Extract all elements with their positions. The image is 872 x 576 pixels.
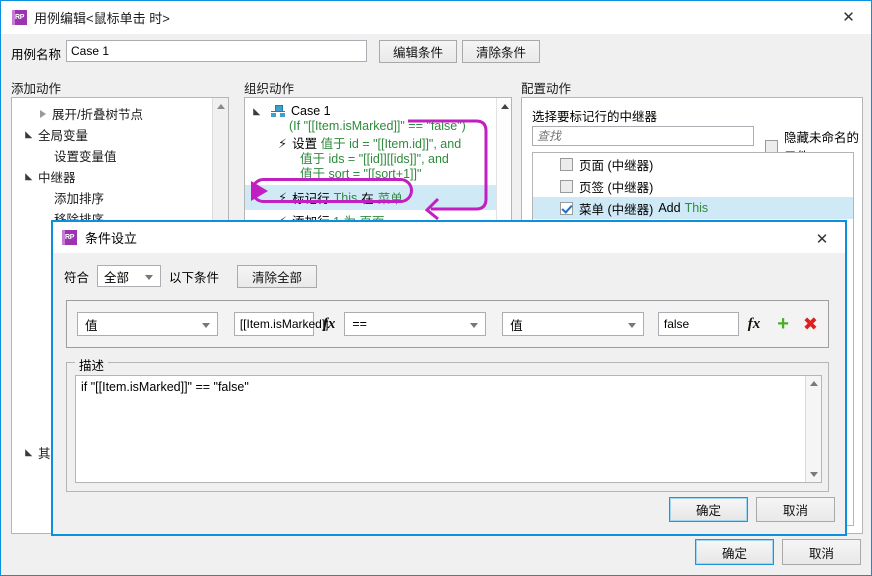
checkbox-icon[interactable] [560, 201, 573, 215]
case-node-label: Case 1 [291, 104, 331, 118]
operator-select[interactable]: == [344, 312, 487, 336]
close-icon[interactable]: ✕ [826, 1, 871, 33]
case-name-input[interactable] [66, 40, 367, 62]
search-input[interactable] [532, 126, 754, 146]
right-operand-type-value: 值 [510, 318, 523, 333]
scroll-down-icon[interactable] [810, 472, 818, 477]
rp-logo-icon: RP [12, 10, 27, 25]
checkbox-icon[interactable] [560, 157, 573, 171]
list-item-label: 页签 (中继器) [579, 180, 654, 195]
cancel-button[interactable]: 取消 [782, 539, 861, 565]
left-operand-type-value: 值 [85, 318, 98, 333]
tree-item-label: 展开/折叠树节点 [52, 108, 143, 122]
remove-condition-icon[interactable]: ✖ [803, 315, 818, 333]
operator-value: == [352, 317, 367, 331]
following-conditions-label: 以下条件 [169, 270, 220, 285]
checkbox-icon [765, 139, 778, 153]
chevron-down-icon [21, 131, 33, 142]
configure-panel-title: 选择要标记行的中继器 [532, 110, 658, 124]
tree-item-label: 其 [38, 447, 51, 461]
checkbox-icon[interactable] [560, 179, 573, 193]
close-icon[interactable]: ✕ [801, 224, 843, 253]
tree-item-expand-collapse[interactable]: 展开/折叠树节点 [18, 103, 212, 124]
dialog-cancel-button[interactable]: 取消 [756, 497, 835, 522]
annotation-curved-arrow-icon [408, 119, 488, 221]
left-operand-type-select[interactable]: 值 [77, 312, 218, 336]
list-item-label: 菜单 (中继器) [579, 202, 654, 217]
right-operand-type-select[interactable]: 值 [502, 312, 644, 336]
description-legend: 描述 [75, 355, 109, 374]
clear-all-button[interactable]: 清除全部 [237, 264, 318, 288]
tree-item-set-variable-value[interactable]: 设置变量值 [18, 145, 212, 166]
description-textarea[interactable]: if "[[Item.isMarked]]" == "false" [75, 375, 822, 483]
tree-item-label: 中继器 [38, 171, 76, 185]
list-item[interactable]: 菜单 (中继器) Add This [533, 197, 853, 219]
clear-condition-button[interactable]: 清除条件 [462, 40, 540, 63]
scroll-up-icon[interactable] [501, 104, 509, 109]
description-text: if "[[Item.isMarked]]" == "false" [81, 380, 249, 394]
description-group: 描述 if "[[Item.isMarked]]" == "false" [66, 355, 829, 492]
match-label: 符合 [64, 270, 90, 285]
tree-group-repeater[interactable]: 中继器 [18, 166, 212, 187]
case-sitemap-icon [271, 105, 285, 117]
tree-item-label: 设置变量值 [54, 150, 117, 164]
chevron-down-icon [21, 173, 33, 184]
match-bar: 符合 全部 以下条件 清除全部 [53, 258, 845, 294]
edit-condition-button[interactable]: 编辑条件 [379, 40, 457, 63]
configure-action-label: 配置动作 [521, 82, 572, 96]
tree-item-label: 添加排序 [54, 192, 105, 206]
dialog-title: 条件设立 [85, 231, 138, 246]
chevron-down-icon [201, 323, 210, 328]
ok-button[interactable]: 确定 [695, 539, 774, 565]
left-fx-button[interactable]: fx [323, 316, 336, 333]
list-item-suffix-value: This [684, 201, 709, 215]
chevron-right-icon [40, 109, 46, 118]
chevron-down-icon [249, 107, 261, 119]
list-item[interactable]: 页签 (中继器) [533, 175, 853, 197]
chevron-down-icon [21, 449, 33, 460]
tree-item-add-sort[interactable]: 添加排序 [18, 187, 212, 208]
annotation-arrow-marker-icon [251, 181, 268, 201]
description-scrollbar[interactable] [805, 376, 821, 482]
list-item-label: 页面 (中继器) [579, 158, 654, 173]
organize-action-label: 组织动作 [244, 82, 295, 96]
right-operand-input[interactable]: false [657, 312, 739, 336]
list-item-suffix: Add [658, 201, 681, 215]
lightning-icon: ⚡ [278, 136, 288, 151]
list-item[interactable]: 页面 (中继器) [533, 153, 853, 175]
right-fx-button[interactable]: fx [748, 316, 761, 333]
add-action-label: 添加动作 [11, 82, 62, 96]
tree-group-global-variables[interactable]: 全局变量 [18, 124, 212, 145]
scroll-up-icon[interactable] [810, 381, 818, 386]
condition-row: 值 [[Item.isMarked]] fx == 值 false fx + ✖ [66, 300, 829, 348]
chevron-down-icon [627, 323, 636, 328]
chevron-down-icon [145, 275, 154, 280]
condition-builder-dialog: RP 条件设立 ✕ 符合 全部 以下条件 清除全部 值 [[Item.isMar… [51, 220, 847, 536]
dialog-ok-button[interactable]: 确定 [669, 497, 748, 522]
action-verb: 设置 [292, 137, 318, 151]
match-mode-select[interactable]: 全部 [97, 265, 162, 287]
case-editor-window: RP 用例编辑<鼠标单击 时> ✕ 用例名称 编辑条件 清除条件 添加动作 组织… [0, 0, 872, 576]
case-toolbar: 用例名称 编辑条件 清除条件 [1, 34, 871, 69]
annotation-highlight-box [251, 178, 413, 203]
page-title: 用例编辑<鼠标单击 时> [34, 11, 170, 26]
dialog-titlebar: RP 条件设立 ✕ [53, 222, 845, 253]
match-mode-value: 全部 [104, 270, 130, 285]
rp-logo-icon: RP [62, 230, 77, 245]
case-name-label: 用例名称 [11, 48, 62, 62]
scroll-up-icon[interactable] [217, 104, 225, 109]
left-operand-input[interactable]: [[Item.isMarked]] [233, 312, 329, 336]
tree-item-label: 全局变量 [38, 129, 89, 143]
chevron-down-icon [470, 323, 479, 328]
window-titlebar: RP 用例编辑<鼠标单击 时> ✕ [1, 1, 871, 34]
add-condition-icon[interactable]: + [777, 314, 789, 334]
